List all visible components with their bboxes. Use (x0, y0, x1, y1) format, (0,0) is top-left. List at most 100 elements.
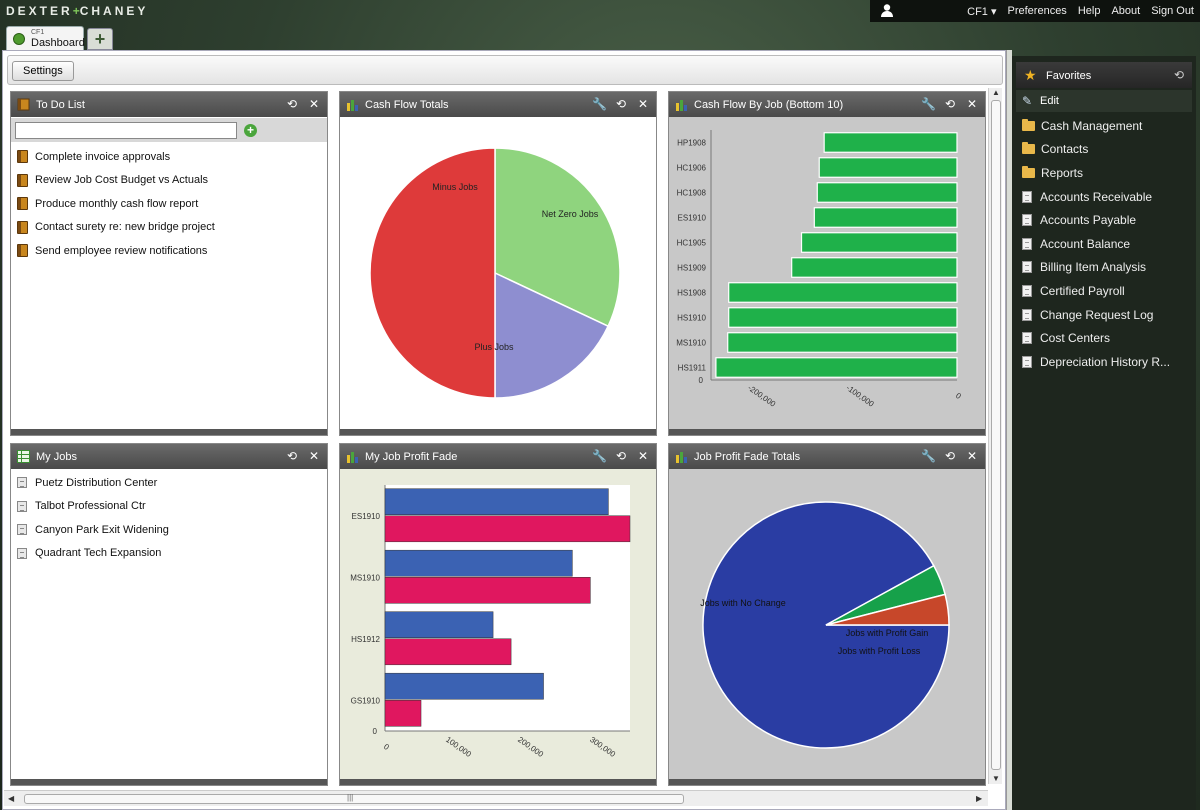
help-link[interactable]: Help (1078, 5, 1101, 17)
bar (728, 307, 958, 328)
user-icon[interactable] (880, 3, 894, 17)
refresh-icon[interactable]: ⟲ (943, 449, 957, 463)
favorite-label: Cost Centers (1040, 331, 1111, 346)
close-icon[interactable]: ✕ (636, 97, 650, 111)
close-icon[interactable]: ✕ (965, 97, 979, 111)
panel-header: My Jobs ⟲ ✕ (11, 444, 327, 469)
sign-out-link[interactable]: Sign Out (1151, 5, 1194, 17)
refresh-icon[interactable]: ⟲ (1174, 68, 1184, 82)
x-tick-label: 300,000 (588, 735, 617, 759)
preferences-link[interactable]: Preferences (1008, 5, 1067, 17)
scroll-right-icon[interactable]: ▶ (976, 794, 982, 803)
list-item[interactable]: Quadrant Tech Expansion (17, 542, 169, 566)
category-label: MS1910 (676, 339, 706, 348)
bar (728, 282, 958, 303)
close-icon[interactable]: ✕ (307, 449, 321, 463)
x-tick-label: -200,000 (746, 383, 777, 409)
refresh-icon[interactable]: ⟲ (943, 97, 957, 111)
list-item[interactable]: Contact surety re: new bridge project (17, 216, 215, 240)
todo-list: Complete invoice approvals Review Job Co… (17, 145, 215, 263)
favorite-report[interactable]: Accounts Payable (1022, 208, 1170, 232)
favorite-report[interactable]: Account Balance (1022, 232, 1170, 256)
folder-icon (1022, 118, 1035, 131)
cash-flow-totals-panel: Cash Flow Totals 🔧 ⟲ ✕ Minus Jobs Net Zero … (339, 91, 657, 436)
wrench-icon[interactable]: 🔧 (592, 97, 607, 111)
bar (727, 332, 958, 353)
new-todo-input[interactable] (15, 122, 237, 139)
bar (823, 132, 958, 153)
refresh-icon[interactable]: ⟲ (614, 97, 628, 111)
todo-panel: To Do List ⟲ ✕ + Complete invoice approva… (10, 91, 328, 436)
list-item[interactable]: Canyon Park Exit Widening (17, 518, 169, 542)
task-icon (17, 173, 28, 187)
close-icon[interactable]: ✕ (965, 449, 979, 463)
panel-title: Cash Flow By Job (Bottom 10) (694, 99, 844, 111)
refresh-icon[interactable]: ⟲ (285, 449, 299, 463)
favorite-folder-contacts[interactable]: Contacts (1022, 138, 1170, 162)
bar (800, 232, 958, 253)
wrench-icon[interactable]: 🔧 (921, 97, 936, 111)
favorite-label: Reports (1041, 165, 1084, 180)
report-icon (1022, 190, 1032, 203)
scroll-thumb[interactable]: ||| (24, 793, 684, 804)
scroll-left-icon[interactable]: ◀ (8, 794, 14, 803)
bar (384, 638, 512, 666)
about-link[interactable]: About (1111, 5, 1140, 17)
list-item[interactable]: Complete invoice approvals (17, 145, 215, 169)
favorites-edit-button[interactable]: ✎ Edit (1016, 90, 1192, 112)
favorite-report[interactable]: Accounts Receivable (1022, 185, 1170, 209)
favorite-report[interactable]: Change Request Log (1022, 303, 1170, 327)
favorite-label: Depreciation History R... (1040, 354, 1171, 369)
list-item[interactable]: Review Job Cost Budget vs Actuals (17, 169, 215, 193)
favorite-report[interactable]: Cost Centers (1022, 326, 1170, 350)
favorite-folder-reports[interactable]: Reports (1022, 161, 1170, 185)
grid-icon (17, 450, 30, 463)
list-item[interactable]: Send employee review notifications (17, 239, 215, 263)
company-selector[interactable]: CF1 ▾ (967, 5, 996, 18)
bar (384, 611, 494, 639)
close-icon[interactable]: ✕ (636, 449, 650, 463)
cash-flow-by-job-panel: Cash Flow By Job (Bottom 10) 🔧 ⟲ ✕ HP1908 H… (668, 91, 986, 436)
refresh-icon[interactable]: ⟲ (614, 449, 628, 463)
close-icon[interactable]: ✕ (307, 97, 321, 111)
chart-icon (347, 452, 358, 463)
list-item[interactable]: Talbot Professional Ctr (17, 495, 169, 519)
settings-button[interactable]: Settings (12, 61, 74, 81)
task-label: Produce monthly cash flow report (35, 197, 199, 210)
scroll-down-icon[interactable]: ▼ (992, 774, 1000, 783)
scroll-thumb[interactable] (991, 100, 1001, 770)
jobs-list: Puetz Distribution Center Talbot Profess… (17, 471, 169, 565)
horizontal-scrollbar[interactable]: ◀ ||| ▶ (4, 790, 988, 806)
favorite-folder-cash-management[interactable]: Cash Management (1022, 114, 1170, 138)
favorite-report[interactable]: Depreciation History R... (1022, 350, 1170, 374)
top-menu: CF1 ▾ Preferences Help About Sign Out (870, 0, 1200, 22)
add-tab-button[interactable]: + (87, 28, 113, 50)
bar (816, 182, 958, 203)
vertical-scrollbar[interactable]: ▲ ▼ (988, 88, 1002, 784)
wrench-icon[interactable]: 🔧 (592, 449, 607, 463)
task-label: Review Job Cost Budget vs Actuals (35, 174, 209, 187)
tab-dashboard[interactable]: CF1 Dashboard (6, 26, 85, 50)
job-label: Quadrant Tech Expansion (35, 547, 162, 560)
book-icon (17, 98, 30, 111)
report-icon (1022, 355, 1032, 368)
list-item[interactable]: Puetz Distribution Center (17, 471, 169, 495)
brand-right: CHANEY (79, 4, 149, 18)
refresh-icon[interactable]: ⟲ (285, 97, 299, 111)
add-todo-icon[interactable]: + (244, 124, 257, 137)
favorite-label: Accounts Receivable (1040, 189, 1153, 204)
panel-header: Cash Flow By Job (Bottom 10) 🔧 ⟲ ✕ (669, 92, 985, 117)
my-jobs-panel: My Jobs ⟲ ✕ Puetz Distribution Center Tal… (10, 443, 328, 786)
scroll-up-icon[interactable]: ▲ (992, 88, 1000, 97)
tab-company-label: CF1 (31, 29, 45, 36)
wrench-icon[interactable]: 🔧 (921, 449, 936, 463)
favorite-report[interactable]: Billing Item Analysis (1022, 256, 1170, 280)
list-item[interactable]: Produce monthly cash flow report (17, 192, 215, 216)
bar (384, 515, 631, 543)
report-icon (1022, 237, 1032, 250)
star-icon: ★ (1024, 67, 1037, 83)
task-icon (17, 150, 28, 164)
job-profit-fade-totals-panel: Job Profit Fade Totals 🔧 ⟲ ✕ Jobs with No … (668, 443, 986, 786)
chart-icon (347, 100, 358, 111)
favorite-report[interactable]: Certified Payroll (1022, 279, 1170, 303)
